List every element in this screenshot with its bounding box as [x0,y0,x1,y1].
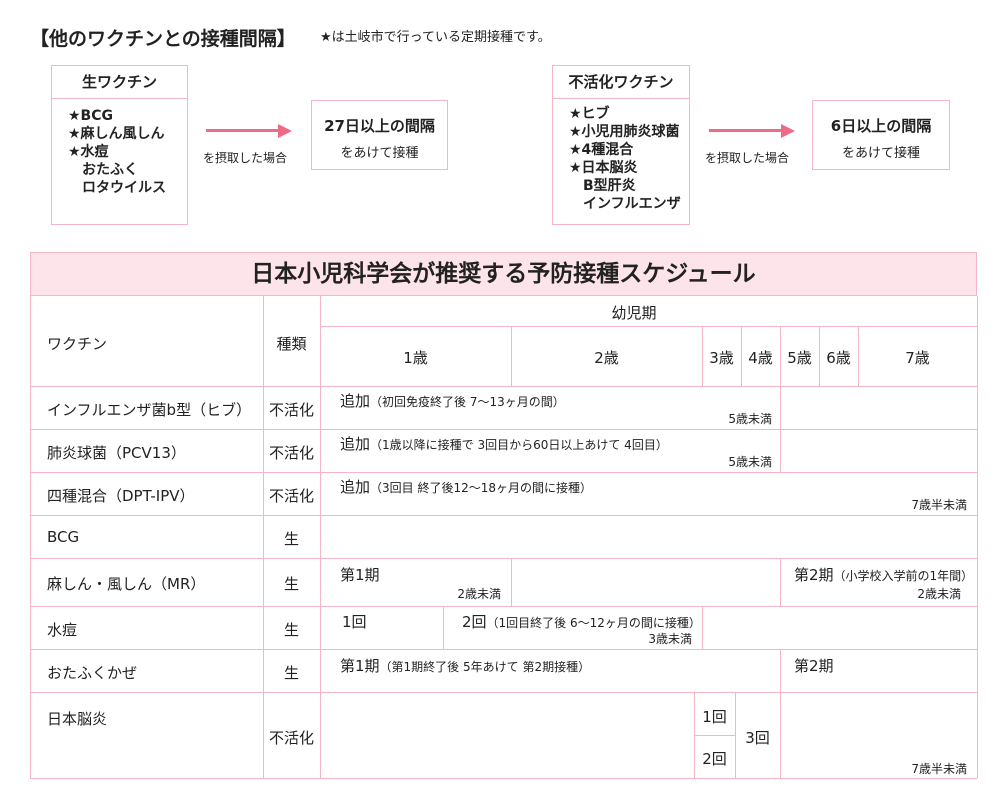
entry-main: 追加 [340,435,371,453]
vaccine-name: BCG [47,528,80,546]
list-item: ★水痘 [68,144,109,160]
vaccine-name: 日本脳炎 [47,710,108,728]
schedule-entry: 追加（3回目 終了後12〜18ヶ月の間に接種） [340,476,592,497]
inactive-interval-box: 6日以上の間隔 をあけて接種 [812,100,950,170]
schedule-entry: 第2期（小学校入学前の1年間） [794,564,973,585]
vaccine-type: 生 [283,621,299,639]
header-vaccine: ワクチン [47,335,108,353]
entry-note: （小学校入学前の1年間） [833,569,974,583]
schedule-entry: 追加（初回免疫終了後 7〜13ヶ月の間） [340,390,565,411]
vaccine-name: 四種混合（DPT-IPV） [47,487,195,505]
list-item: ★麻しん風しん [68,126,165,142]
inactive-vaccine-box: 不活化ワクチン ★ヒブ ★小児用肺炎球菌 ★4種混合 ★日本脳炎 B型肝炎 イン… [552,65,690,225]
live-vaccine-box: 生ワクチン ★BCG ★麻しん風しん ★水痘 おたふく ロタウイルス [51,65,188,225]
vaccine-type: 生 [283,664,299,682]
schedule-entry: 3回 [745,729,770,747]
vaccine-type: 不活化 [268,444,314,462]
entry-main: 2回 [462,613,487,631]
schedule-entry: 追加（1歳以降に接種で 3回目から60日以上あけて 4回目） [340,433,668,454]
age-3: 3歳 [709,349,734,367]
list-item: インフルエンザ [583,196,681,212]
schedule-entry: 2回 [702,750,727,768]
age-5: 5歳 [787,349,812,367]
interval-text: 27日以上の間隔 [324,117,435,135]
inactive-vaccine-heading: 不活化ワクチン [553,66,689,99]
vaccine-name: 肺炎球菌（PCV13） [47,444,186,462]
list-item: B型肝炎 [583,178,636,194]
age-1: 1歳 [403,349,428,367]
schedule-entry: 2回（1回目終了後 6〜12ヶ月の間に接種） [462,611,701,632]
age-limit: 7歳半未満 [911,762,967,776]
entry-main: 追加 [340,392,371,410]
schedule-entry: 第2期 [794,657,834,675]
entry-main: 第1期 [340,657,380,675]
list-item: ★4種混合 [569,142,634,158]
age-6: 6歳 [826,349,851,367]
schedule-title: 日本小児科学会が推奨する予防接種スケジュール [30,252,977,296]
schedule-entry: 第1期 [340,566,380,584]
vaccine-name: 麻しん・風しん（MR） [47,575,206,593]
entry-note: （1回目終了後 6〜12ヶ月の間に接種） [486,616,701,630]
age-4: 4歳 [748,349,773,367]
age-limit: 5歳未満 [728,412,772,426]
schedule-entry: 1回 [342,613,367,631]
list-item: ★ヒブ [569,106,610,122]
entry-note: （初回免疫終了後 7〜13ヶ月の間） [370,395,565,409]
interval-subtext: をあけて接種 [340,146,419,161]
age-limit: 2歳未満 [917,587,961,601]
vaccine-name: インフルエンザ菌b型（ヒブ） [47,401,252,419]
inactive-vaccine-list: ★ヒブ ★小児用肺炎球菌 ★4種混合 ★日本脳炎 B型肝炎 インフルエンザ [553,99,689,213]
right-arrow-icon [709,124,795,138]
live-interval-box: 27日以上の間隔 をあけて接種 [311,100,448,170]
entry-main: 第2期 [794,566,834,584]
vaccine-type: 生 [283,530,299,548]
age-limit: 5歳未満 [728,455,772,469]
entry-note: （第1期終了後 5年あけて 第2期接種） [379,660,591,674]
vaccine-type: 不活化 [268,487,314,505]
vaccine-type: 不活化 [268,729,314,747]
header-period: 幼児期 [611,304,657,322]
schedule-entry: 1回 [702,708,727,726]
live-vaccine-heading: 生ワクチン [52,66,187,99]
schedule-entry: 第1期（第1期終了後 5年あけて 第2期接種） [340,655,590,676]
vaccine-type: 生 [283,575,299,593]
age-limit: 7歳半未満 [911,498,967,512]
list-item: ★小児用肺炎球菌 [569,124,680,140]
list-item: ★日本脳炎 [569,160,638,176]
interval-subtext: をあけて接種 [841,146,920,161]
vaccine-type: 不活化 [268,401,314,419]
list-item: おたふく [82,162,138,178]
entry-note: （1歳以降に接種で 3回目から60日以上あけて 4回目） [370,438,668,452]
entry-main: 追加 [340,478,371,496]
live-vaccine-list: ★BCG ★麻しん風しん ★水痘 おたふく ロタウイルス [52,99,187,197]
age-limit: 3歳未満 [648,632,692,646]
vaccine-name: 水痘 [47,621,78,639]
age-2: 2歳 [594,349,619,367]
arrow-label: を摂取した場合 [705,151,790,165]
interval-text: 6日以上の間隔 [830,117,932,135]
list-item: ★BCG [68,108,113,124]
list-item: ロタウイルス [82,180,166,196]
header-note: ★は土岐市で行っている定期接種です。 [320,30,551,45]
arrow-label: を摂取した場合 [203,151,288,165]
header-type: 種類 [276,335,307,353]
entry-note: （3回目 終了後12〜18ヶ月の間に接種） [370,481,593,495]
right-arrow-icon [206,124,292,138]
age-limit: 2歳未満 [457,587,501,601]
age-7: 7歳 [905,349,930,367]
vaccine-name: おたふくかぜ [47,664,138,682]
page-title: 【他のワクチンとの接種間隔】 [30,28,296,50]
